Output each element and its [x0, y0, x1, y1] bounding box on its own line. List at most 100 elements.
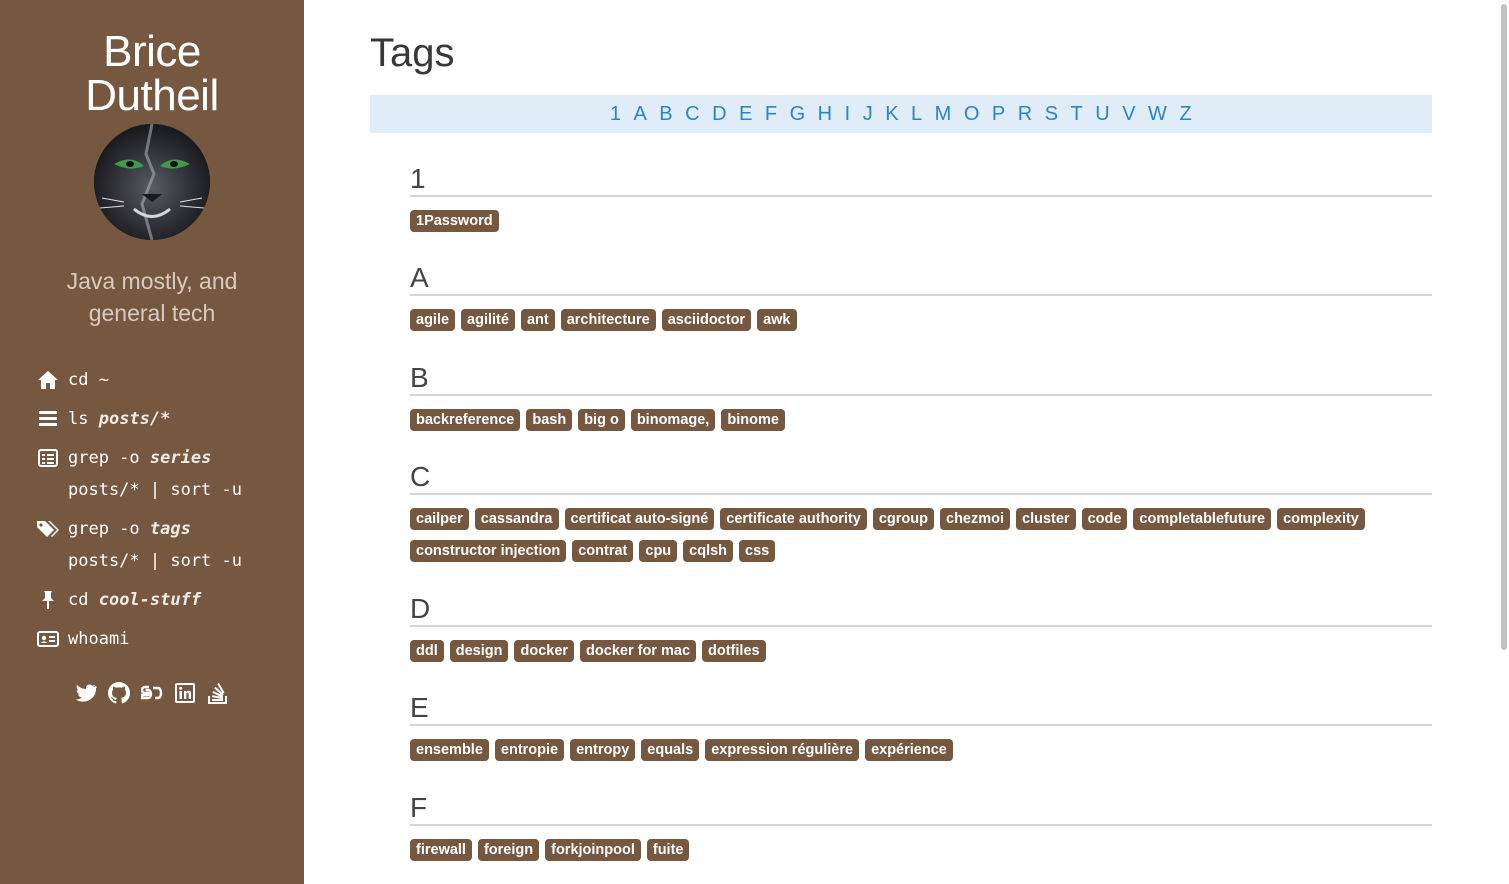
- tag-badge[interactable]: expérience: [865, 739, 953, 761]
- tag-badge[interactable]: 1Password: [410, 210, 499, 232]
- id-card-icon: [36, 627, 60, 651]
- tag-badge[interactable]: fuite: [646, 839, 690, 861]
- alphabet-link[interactable]: K: [885, 103, 899, 126]
- tag-badge[interactable]: docker: [514, 640, 575, 662]
- alphabet-link[interactable]: T: [1071, 103, 1084, 126]
- tag-badge[interactable]: binome: [721, 409, 785, 431]
- stackoverflow-icon[interactable]: [206, 680, 230, 706]
- tag-badge[interactable]: agilité: [461, 309, 515, 331]
- tag-list: cailper cassandra certificat auto-signé cer…: [410, 508, 1432, 572]
- site-title-line1: Brice: [103, 27, 201, 76]
- tag-badge[interactable]: cluster: [1016, 508, 1076, 530]
- page-title: Tags: [370, 31, 455, 75]
- github-icon[interactable]: [107, 680, 131, 706]
- avatar: [94, 124, 210, 240]
- sidebar-nav: cd ~ ls posts/* grep -o series posts/* |…: [36, 368, 296, 666]
- alphabet-link[interactable]: E: [739, 103, 753, 126]
- tag-badge[interactable]: certificate authority: [720, 508, 867, 530]
- alphabet-link[interactable]: R: [1018, 103, 1033, 126]
- alphabet-link[interactable]: I: [845, 103, 851, 126]
- tag-badge[interactable]: design: [449, 640, 509, 662]
- nav-item-cool-stuff[interactable]: cd cool-stuff: [36, 588, 296, 616]
- tagline: Java mostly, and general tech: [66, 268, 238, 326]
- tag-badge[interactable]: cailper: [410, 508, 469, 530]
- tag-badge[interactable]: ddl: [410, 640, 444, 662]
- tag-badge[interactable]: completablefuture: [1133, 508, 1272, 530]
- tag-badge[interactable]: awk: [757, 309, 797, 331]
- alphabet-link[interactable]: G: [790, 103, 806, 126]
- tag-list: ensemble entropie entropy equals expression …: [410, 739, 1432, 771]
- tag-badge[interactable]: asciidoctor: [661, 309, 752, 331]
- alphabet-link[interactable]: J: [863, 103, 874, 126]
- tag-badge[interactable]: entropy: [570, 739, 636, 761]
- tag-list: backreference bash big o binomage, binome: [410, 409, 1432, 441]
- tag-badge[interactable]: ensemble: [410, 739, 489, 761]
- tag-badge[interactable]: equals: [641, 739, 700, 761]
- section-letter: A: [410, 262, 1432, 296]
- nav-item-tags[interactable]: grep -o tags posts/* | sort -u: [36, 517, 296, 577]
- tag-badge[interactable]: foreign: [477, 839, 540, 861]
- tag-badge[interactable]: cassandra: [474, 508, 559, 530]
- home-icon: [36, 368, 60, 392]
- tag-badge[interactable]: cgroup: [872, 508, 934, 530]
- alphabet-index: 1ABCDEFGHIJKLMOPRSTUVWZ: [370, 95, 1432, 133]
- tag-badge[interactable]: docker for mac: [580, 640, 697, 662]
- tag-badge[interactable]: bash: [526, 409, 573, 431]
- nav-label: cd ~: [68, 370, 120, 390]
- alphabet-link[interactable]: A: [633, 103, 647, 126]
- nav-item-posts[interactable]: ls posts/*: [36, 407, 296, 435]
- site-title-line2: Dutheil: [85, 71, 219, 120]
- nav-item-series[interactable]: grep -o series posts/* | sort -u: [36, 446, 296, 506]
- tag-badge[interactable]: complexity: [1277, 508, 1365, 530]
- alphabet-link[interactable]: V: [1122, 103, 1136, 126]
- tag-list: firewall foreign forkjoinpool fuite: [410, 839, 1432, 871]
- alphabet-link[interactable]: Z: [1179, 103, 1192, 126]
- alphabet-link[interactable]: P: [992, 103, 1006, 126]
- alphabet-link[interactable]: L: [911, 103, 923, 126]
- tag-badge[interactable]: expression régulière: [705, 739, 860, 761]
- scrollbar[interactable]: [1501, 4, 1507, 650]
- tag-badge[interactable]: certificat auto-signé: [564, 508, 715, 530]
- alphabet-link[interactable]: U: [1095, 103, 1110, 126]
- tag-badge[interactable]: code: [1081, 508, 1128, 530]
- tag-badge[interactable]: entropie: [494, 739, 565, 761]
- tag-badge[interactable]: backreference: [410, 409, 521, 431]
- alphabet-link[interactable]: H: [818, 103, 833, 126]
- sidebar: Brice Dutheil Java mostly, and general t…: [0, 0, 304, 884]
- alphabet-link[interactable]: 1: [610, 103, 622, 126]
- nav-label: grep -o series posts/* | sort -u: [68, 448, 242, 500]
- twitter-icon[interactable]: [74, 680, 98, 706]
- tag-badge[interactable]: big o: [578, 409, 625, 431]
- section-letter: D: [410, 593, 1432, 627]
- tag-badge[interactable]: dotfiles: [702, 640, 766, 662]
- tag-badge[interactable]: css: [739, 540, 776, 562]
- pin-icon: [36, 588, 60, 612]
- nav-label: whoami: [68, 629, 130, 649]
- tag-badge[interactable]: forkjoinpool: [545, 839, 641, 861]
- tag-badge[interactable]: cpu: [639, 540, 678, 562]
- alphabet-link[interactable]: C: [685, 103, 700, 126]
- alphabet-link[interactable]: D: [712, 103, 727, 126]
- tag-badge[interactable]: ant: [520, 309, 555, 331]
- tag-badge[interactable]: cqlsh: [683, 540, 734, 562]
- tags-icon: [36, 517, 60, 541]
- list-alt-icon: [36, 446, 60, 470]
- tag-badge[interactable]: agile: [410, 309, 456, 331]
- alphabet-link[interactable]: W: [1148, 103, 1167, 126]
- site-title[interactable]: Brice Dutheil: [0, 30, 304, 118]
- tag-badge[interactable]: chezmoi: [940, 508, 1011, 530]
- tag-badge[interactable]: architecture: [560, 309, 656, 331]
- tag-badge[interactable]: contrat: [572, 540, 634, 562]
- alphabet-link[interactable]: S: [1045, 103, 1059, 126]
- speakerdeck-icon[interactable]: [140, 680, 164, 706]
- linkedin-icon[interactable]: [173, 680, 197, 706]
- alphabet-link[interactable]: O: [964, 103, 980, 126]
- tag-badge[interactable]: constructor injection: [410, 540, 567, 562]
- alphabet-link[interactable]: M: [935, 103, 952, 126]
- alphabet-link[interactable]: F: [765, 103, 778, 126]
- alphabet-link[interactable]: B: [659, 103, 673, 126]
- nav-item-whoami[interactable]: whoami: [36, 627, 296, 655]
- nav-item-home[interactable]: cd ~: [36, 368, 296, 396]
- tag-badge[interactable]: firewall: [410, 839, 472, 861]
- tag-badge[interactable]: binomage,: [630, 409, 716, 431]
